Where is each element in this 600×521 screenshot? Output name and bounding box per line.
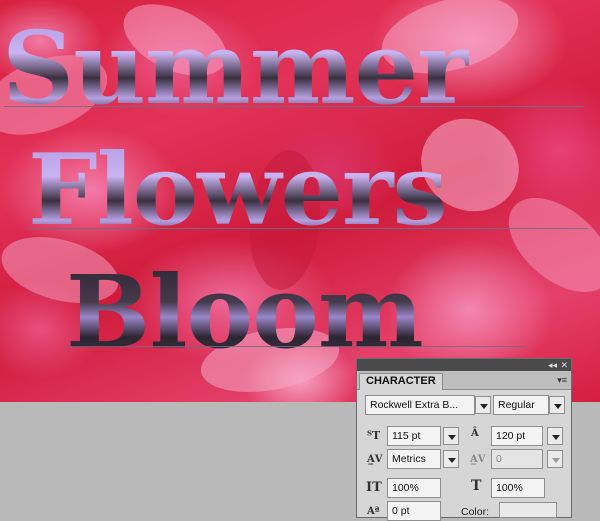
font-family-field[interactable]: Rockwell Extra B... [365, 395, 475, 415]
panel-menu-icon[interactable]: ▾≡ [557, 375, 567, 386]
font-style-dropdown-icon[interactable] [549, 396, 565, 414]
document-canvas[interactable]: Summer Flowers Bloom [0, 0, 600, 402]
color-swatch[interactable] [499, 502, 557, 518]
tracking-icon: A̲V [470, 454, 486, 465]
artwork-text-line-3[interactable]: Bloom [66, 262, 424, 362]
tracking-dropdown-icon[interactable] [547, 450, 563, 468]
font-size-field[interactable]: 115 pt [387, 426, 441, 446]
panel-tab-row: CHARACTER ▾≡ [357, 371, 571, 390]
leading-icon: Â [471, 428, 479, 439]
font-style-field[interactable]: Regular [493, 395, 549, 415]
kerning-field[interactable]: Metrics [387, 449, 441, 469]
baseline-shift-field[interactable]: 0 pt [387, 501, 441, 521]
baseline-guide-1 [4, 106, 584, 107]
artwork-text-line-2[interactable]: Flowers [28, 142, 448, 240]
vertical-scale-field[interactable]: 100% [387, 478, 441, 498]
kerning-dropdown-icon[interactable] [443, 450, 459, 468]
panel-title-bar[interactable]: ◂◂ ✕ [357, 359, 571, 371]
kerning-icon: A̲V [367, 454, 383, 465]
font-family-dropdown-icon[interactable] [475, 396, 491, 414]
collapse-panel-icon[interactable]: ◂◂ [548, 360, 557, 370]
tracking-field[interactable]: 0 [491, 449, 543, 469]
font-size-dropdown-icon[interactable] [443, 427, 459, 445]
baseline-guide-2 [28, 228, 588, 229]
leading-field[interactable]: 120 pt [491, 426, 543, 446]
artwork-text-line-1[interactable]: Summer [2, 18, 470, 118]
horizontal-scale-field[interactable]: 100% [491, 478, 545, 498]
font-size-icon: ᵀT [367, 429, 381, 442]
character-panel: ◂◂ ✕ CHARACTER ▾≡ Rockwell Extra B... Re… [356, 358, 572, 521]
baseline-shift-icon: Aª [367, 506, 380, 517]
tab-character[interactable]: CHARACTER [359, 373, 443, 390]
leading-dropdown-icon[interactable] [547, 427, 563, 445]
vertical-scale-icon: IT [366, 480, 382, 495]
close-panel-icon[interactable]: ✕ [560, 360, 568, 370]
baseline-guide-3 [66, 346, 526, 347]
horizontal-scale-icon: T [471, 478, 482, 494]
color-label: Color: [461, 506, 490, 518]
